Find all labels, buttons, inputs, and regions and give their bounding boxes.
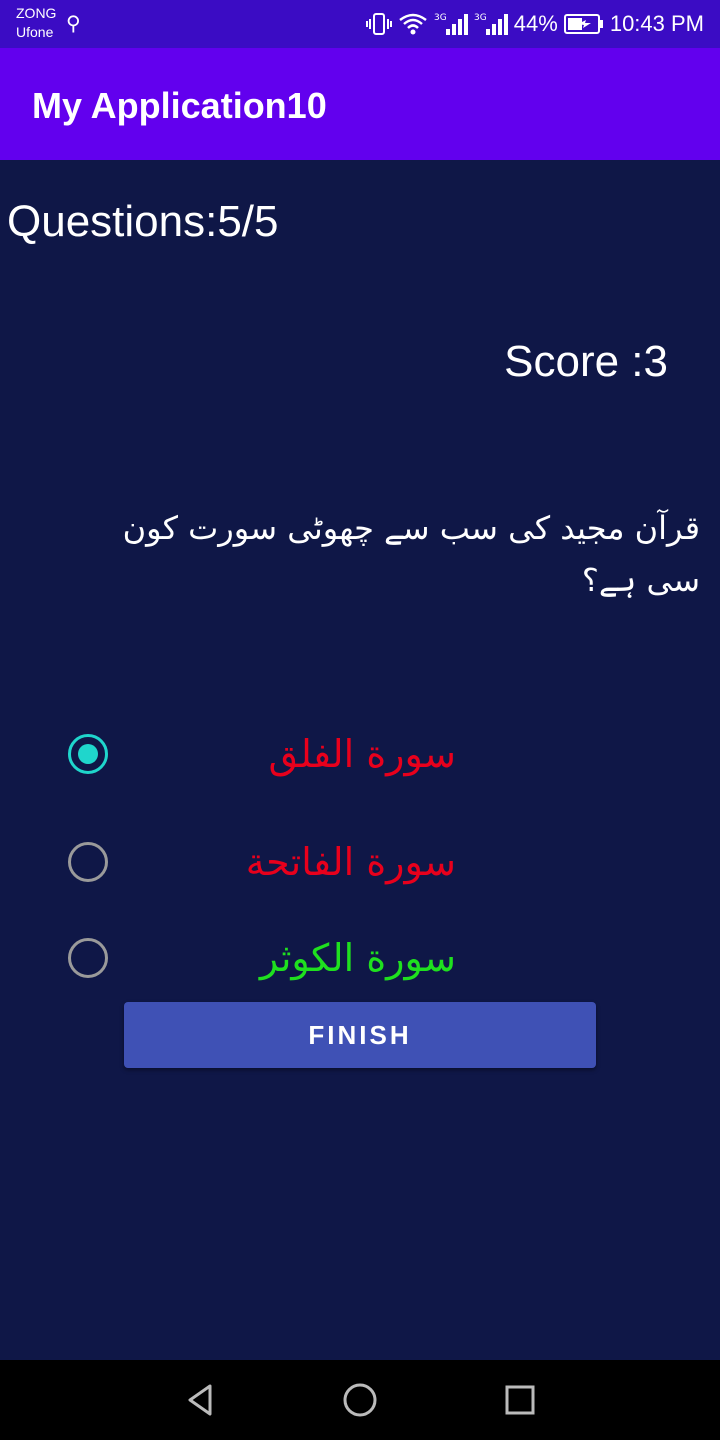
option-3[interactable]: سورة الكوثر — [60, 922, 480, 994]
questions-counter: Questions:5/5 — [7, 197, 279, 246]
option-2[interactable]: سورة الفاتحة — [60, 826, 480, 898]
navigation-bar — [0, 1360, 720, 1440]
network-type-2: 3G — [474, 13, 487, 23]
signal-icon: 3G — [474, 13, 508, 35]
radio-button[interactable] — [68, 842, 108, 882]
clock: 10:43 PM — [609, 11, 704, 36]
battery-icon — [563, 14, 603, 34]
carrier-info: ZONG Ufone — [16, 4, 56, 42]
carrier-name-2: Ufone — [16, 24, 54, 40]
score-label: Score :3 — [504, 337, 668, 386]
option-1[interactable]: سورة الفلق — [60, 718, 480, 790]
option-label: سورة الكوثر — [259, 936, 456, 980]
status-bar: ZONG Ufone ⚲ 3G 3G 44% 10:43 PM — [0, 0, 720, 48]
question-text: قرآن مجید کی سب سے چھوٹی سورت کون سی ہے؟ — [122, 509, 700, 599]
signal-icon: 3G — [434, 13, 468, 35]
radio-dot — [78, 744, 98, 764]
radio-button[interactable] — [68, 938, 108, 978]
back-icon[interactable] — [180, 1380, 220, 1420]
option-label: سورة الفلق — [268, 732, 456, 776]
finish-button[interactable]: FINISH — [124, 1002, 596, 1068]
app-title: My Application10 — [32, 85, 327, 126]
wifi-icon — [399, 13, 427, 35]
option-label: سورة الفاتحة — [245, 840, 456, 884]
network-type-1: 3G — [434, 13, 447, 23]
status-icons: 3G 3G 44% 10:43 PM — [365, 10, 704, 38]
radio-button-checked[interactable] — [68, 734, 108, 774]
vibrate-icon — [365, 13, 392, 35]
app-bar: My Application10 — [0, 48, 720, 160]
battery-percent: 44% — [513, 11, 558, 36]
usb-icon: ⚲ — [66, 11, 81, 35]
home-icon[interactable] — [340, 1380, 380, 1420]
recents-icon[interactable] — [500, 1380, 540, 1420]
carrier-name-1: ZONG — [16, 5, 57, 21]
